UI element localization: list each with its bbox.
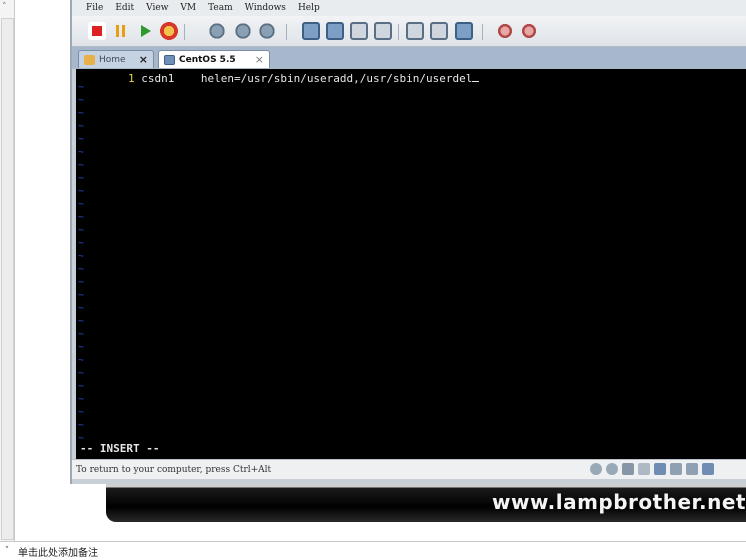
- tilde-marker: ~: [78, 108, 85, 119]
- collapse-up-icon[interactable]: ˄: [2, 2, 7, 12]
- tilde-marker: ~: [78, 199, 85, 210]
- menu-windows[interactable]: Windows: [245, 3, 286, 13]
- vim-mode-indicator: -- INSERT --: [80, 442, 160, 455]
- snapshot-icon[interactable]: [208, 22, 226, 40]
- toolbar-separator: [286, 24, 287, 40]
- record-icon[interactable]: [496, 22, 514, 40]
- replay-icon[interactable]: [520, 22, 538, 40]
- pause-icon[interactable]: [112, 22, 130, 40]
- tilde-marker: ~: [78, 277, 85, 288]
- menu-bar: File Edit View VM Team Windows Help: [72, 0, 746, 16]
- menu-view[interactable]: View: [146, 3, 168, 13]
- status-message: To return to your computer, press Ctrl+A…: [76, 464, 272, 475]
- appliance-view-icon[interactable]: [406, 22, 424, 40]
- menu-team[interactable]: Team: [208, 3, 233, 13]
- tilde-marker: ~: [78, 316, 85, 327]
- tilde-marker: ~: [78, 420, 85, 431]
- tab-label: CentOS 5.5: [179, 54, 236, 65]
- printer-icon[interactable]: [686, 463, 698, 475]
- play-icon[interactable]: [136, 22, 154, 40]
- tilde-marker: ~: [78, 407, 85, 418]
- revert-snapshot-icon[interactable]: [234, 22, 252, 40]
- summary-icon[interactable]: [350, 22, 368, 40]
- tilde-marker: ~: [78, 121, 85, 132]
- quick-switch-icon[interactable]: [326, 22, 344, 40]
- usb-icon[interactable]: [638, 463, 650, 475]
- watermark-banner: www.lampbrother.net: [106, 484, 746, 522]
- tab-label: Home: [99, 54, 126, 65]
- tilde-marker: ~: [78, 82, 85, 93]
- empty-line-markers: ~ ~ ~ ~ ~ ~ ~ ~ ~ ~ ~ ~ ~ ~ ~ ~ ~ ~ ~ ~ ~ ~ ~ ~ ~ ~ ~ ~: [78, 82, 86, 444]
- console-view-icon[interactable]: [374, 22, 392, 40]
- cdrom-icon[interactable]: [606, 463, 618, 475]
- tools-icon[interactable]: [455, 22, 473, 40]
- tilde-marker: ~: [78, 303, 85, 314]
- toolbar: [72, 16, 746, 47]
- network-icon[interactable]: [654, 463, 666, 475]
- line-text: csdn1 helen=/usr/sbin/useradd,/usr/sbin/…: [141, 72, 473, 85]
- notes-placeholder[interactable]: 单击此处添加备注: [14, 544, 98, 559]
- tilde-marker: ~: [78, 186, 85, 197]
- tilde-marker: ~: [78, 264, 85, 275]
- toolbar-separator: [184, 24, 185, 40]
- editor-line: 1 csdn1 helen=/usr/sbin/useradd,/usr/sbi…: [128, 71, 480, 85]
- home-icon: [84, 54, 95, 65]
- reset-icon[interactable]: [160, 22, 178, 40]
- menu-file[interactable]: File: [86, 3, 103, 13]
- host-side-panel: ˄: [0, 0, 15, 541]
- vm-icon: [164, 54, 175, 65]
- collapse-down-icon[interactable]: ˅: [0, 546, 14, 556]
- text-cursor: [472, 71, 480, 82]
- settings-icon[interactable]: [430, 22, 448, 40]
- status-bar: To return to your computer, press Ctrl+A…: [72, 459, 746, 479]
- tilde-marker: ~: [78, 134, 85, 145]
- sound-icon[interactable]: [670, 463, 682, 475]
- tilde-marker: ~: [78, 329, 85, 340]
- menu-help[interactable]: Help: [298, 3, 320, 13]
- vmware-window: File Edit View VM Team Windows Help Home: [70, 0, 746, 484]
- notes-bar: ˅ 单击此处添加备注: [0, 541, 746, 560]
- menu-edit[interactable]: Edit: [115, 3, 134, 13]
- tilde-marker: ~: [78, 160, 85, 171]
- snapshot-manager-icon[interactable]: [258, 22, 276, 40]
- tab-home[interactable]: Home ×: [78, 50, 154, 68]
- stop-icon[interactable]: [88, 22, 106, 40]
- close-icon[interactable]: ×: [255, 53, 264, 66]
- line-number: 1: [128, 72, 135, 85]
- floppy-icon[interactable]: [622, 463, 634, 475]
- tilde-marker: ~: [78, 225, 85, 236]
- tilde-marker: ~: [78, 290, 85, 301]
- tilde-marker: ~: [78, 173, 85, 184]
- host-slide-area: [15, 0, 70, 541]
- tilde-marker: ~: [78, 251, 85, 262]
- close-icon[interactable]: ×: [139, 53, 148, 66]
- tilde-marker: ~: [78, 355, 85, 366]
- vm-console[interactable]: 1 csdn1 helen=/usr/sbin/useradd,/usr/sbi…: [76, 69, 746, 459]
- toolbar-separator: [482, 24, 483, 40]
- menu-vm[interactable]: VM: [180, 3, 196, 13]
- tab-bar: Home × CentOS 5.5 ×: [72, 47, 746, 69]
- full-screen-icon[interactable]: [302, 22, 320, 40]
- tilde-marker: ~: [78, 95, 85, 106]
- tilde-marker: ~: [78, 147, 85, 158]
- watermark-text: www.lampbrother.net: [491, 490, 746, 514]
- tilde-marker: ~: [78, 212, 85, 223]
- tab-centos[interactable]: CentOS 5.5 ×: [158, 50, 270, 68]
- tilde-marker: ~: [78, 368, 85, 379]
- message-icon[interactable]: [702, 463, 714, 475]
- hard-disk-icon[interactable]: [590, 463, 602, 475]
- tilde-marker: ~: [78, 238, 85, 249]
- side-scrollbar[interactable]: [1, 18, 14, 540]
- tilde-marker: ~: [78, 394, 85, 405]
- toolbar-separator: [398, 24, 399, 40]
- tilde-marker: ~: [78, 381, 85, 392]
- tilde-marker: ~: [78, 342, 85, 353]
